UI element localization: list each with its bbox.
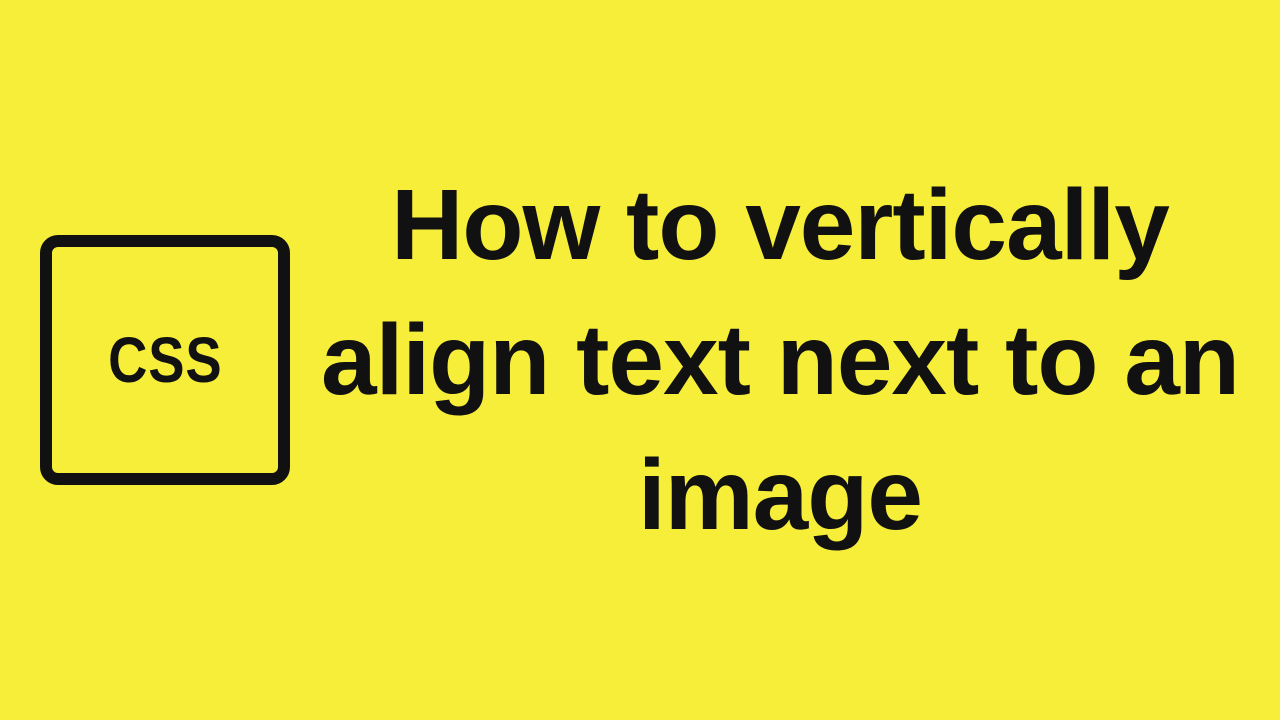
- title-section: How to vertically align text next to an …: [320, 158, 1240, 563]
- page-title: How to vertically align text next to an …: [320, 158, 1240, 563]
- css-badge-section: CSS: [40, 235, 290, 485]
- css-badge-label: CSS: [108, 323, 222, 397]
- css-badge-box: CSS: [40, 235, 290, 485]
